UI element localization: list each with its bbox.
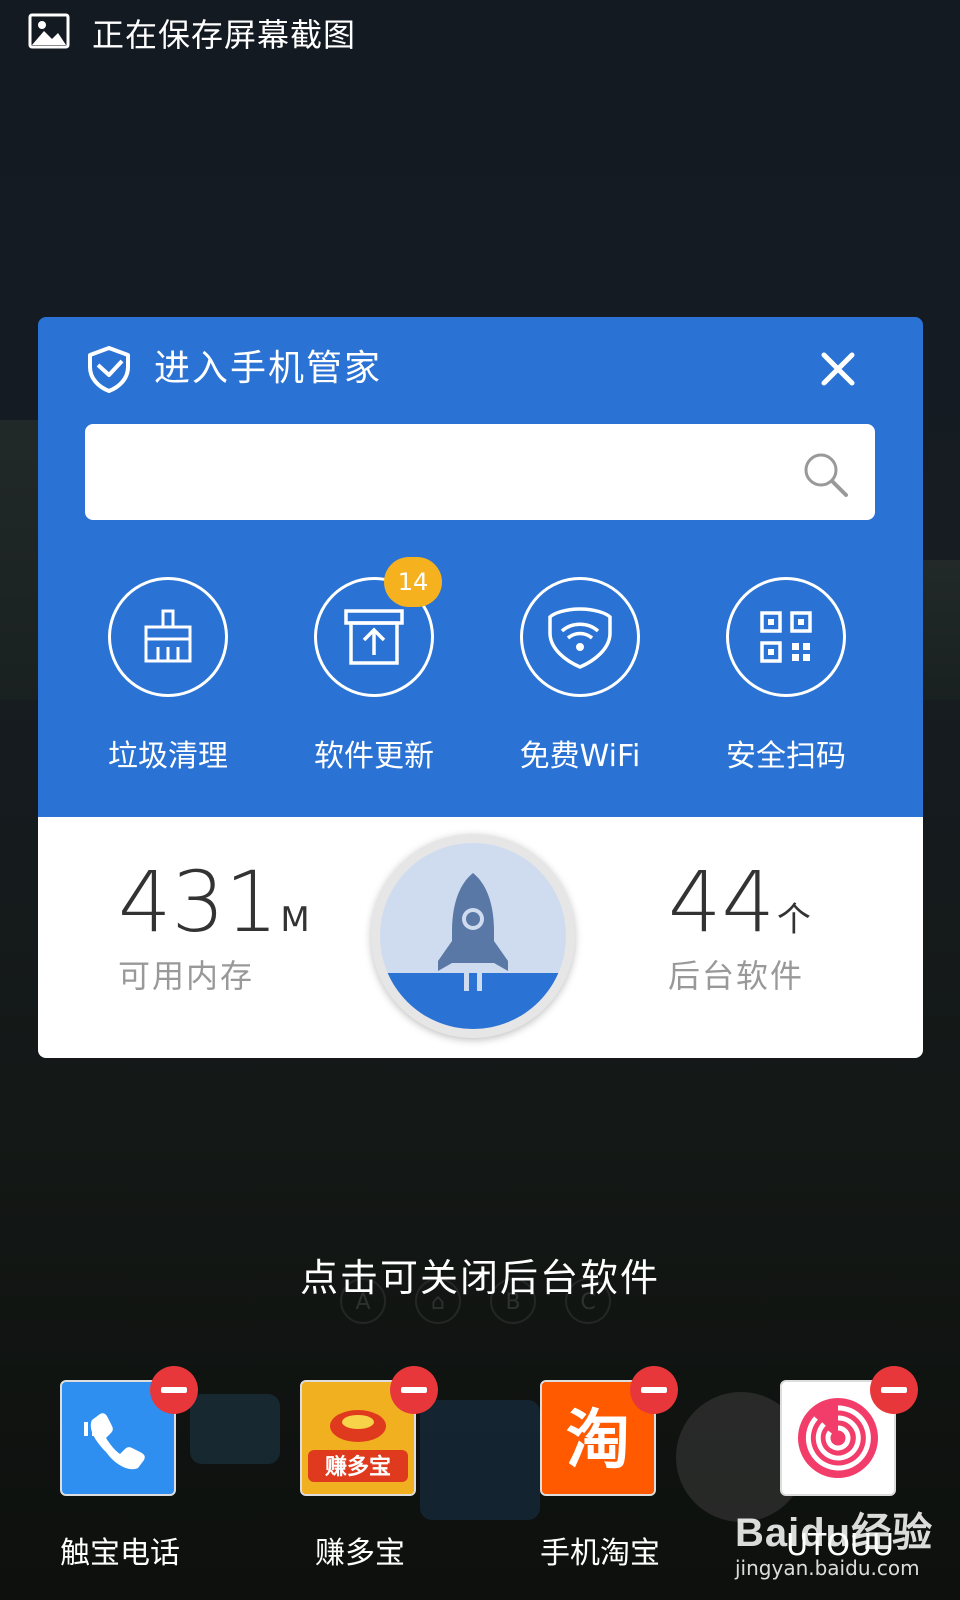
- memory-value: 431: [118, 853, 279, 951]
- tool-safe-scan[interactable]: 安全扫码: [696, 577, 876, 775]
- open-manager-link[interactable]: 进入手机管家: [154, 339, 382, 391]
- memory-label: 可用内存: [118, 957, 255, 995]
- tool-circle: [520, 577, 640, 697]
- memory-unit: M: [280, 900, 310, 940]
- tool-label: 垃圾清理: [108, 739, 228, 774]
- tool-software-update[interactable]: 软件更新: [284, 577, 464, 775]
- search-input[interactable]: [105, 442, 769, 504]
- background-trees: [920, 560, 960, 700]
- broom-icon: [144, 609, 192, 663]
- status-bar: 正在保存屏幕截图: [0, 0, 960, 64]
- rocket-icon: [438, 873, 508, 991]
- remove-app-button[interactable]: [150, 1366, 198, 1414]
- boost-button[interactable]: [371, 834, 575, 1038]
- search-icon[interactable]: [801, 450, 849, 498]
- close-icon[interactable]: [814, 345, 862, 393]
- background-unit: 个: [776, 900, 811, 940]
- search-box: [85, 424, 875, 520]
- remove-app-button[interactable]: [390, 1366, 438, 1414]
- tool-junk-clean[interactable]: 垃圾清理: [78, 577, 258, 775]
- page-indicator: A ⌂ B C: [340, 1278, 620, 1328]
- package-upload-icon: [344, 609, 404, 665]
- baidu-watermark: Baidu经验 jingyan.baidu.com: [735, 1500, 933, 1580]
- tool-circle: [108, 577, 228, 697]
- page-dot[interactable]: B: [490, 1278, 536, 1324]
- panel-header: 进入手机管家 垃圾清理 软件更新 14 免费WiFi 安全扫码: [38, 317, 923, 817]
- remove-app-button[interactable]: [630, 1366, 678, 1414]
- app-label: 手机淘宝: [540, 1536, 660, 1571]
- tool-label: 免费WiFi: [519, 739, 641, 774]
- tool-circle: [726, 577, 846, 697]
- update-count-badge: 14: [384, 557, 442, 607]
- background-count: 44: [668, 853, 775, 951]
- background-value-row: 44个: [668, 857, 878, 947]
- background-trees: [0, 420, 40, 700]
- tool-free-wifi[interactable]: 免费WiFi: [490, 577, 670, 775]
- page-dot[interactable]: C: [565, 1278, 611, 1324]
- watermark-logo: Baidu经验: [735, 1511, 934, 1555]
- app-label: 赚多宝: [315, 1536, 405, 1571]
- home-dot[interactable]: ⌂: [415, 1278, 461, 1324]
- page-dot[interactable]: A: [340, 1278, 386, 1324]
- wifi-shield-icon: [548, 607, 612, 669]
- memory-stat: 431M 可用内存: [118, 857, 328, 997]
- status-text: 正在保存屏幕截图: [92, 16, 357, 54]
- tool-label: 安全扫码: [726, 739, 846, 774]
- status-section: 431M 可用内存 44个 后台软件: [38, 817, 923, 1058]
- taobao-icon-text: 淘: [566, 1404, 630, 1478]
- shield-icon: [88, 346, 130, 393]
- background-shape: [190, 1394, 280, 1464]
- image-icon: [28, 13, 70, 49]
- background-apps-stat: 44个 后台软件: [668, 857, 878, 997]
- qr-code-icon: [760, 611, 812, 663]
- remove-app-button[interactable]: [870, 1366, 918, 1414]
- background-label: 后台软件: [668, 957, 805, 995]
- background-shape: [420, 1400, 540, 1520]
- tool-label: 软件更新: [314, 739, 434, 774]
- zhuanduobao-icon-text: 赚多宝: [325, 1454, 391, 1480]
- boost-inner: [380, 843, 566, 1029]
- watermark-url: jingyan.baidu.com: [735, 1556, 920, 1580]
- app-label: 触宝电话: [60, 1536, 180, 1571]
- phone-manager-panel: 进入手机管家 垃圾清理 软件更新 14 免费WiFi 安全扫码 431M 可用内…: [38, 317, 923, 1058]
- memory-value-row: 431M: [118, 857, 328, 947]
